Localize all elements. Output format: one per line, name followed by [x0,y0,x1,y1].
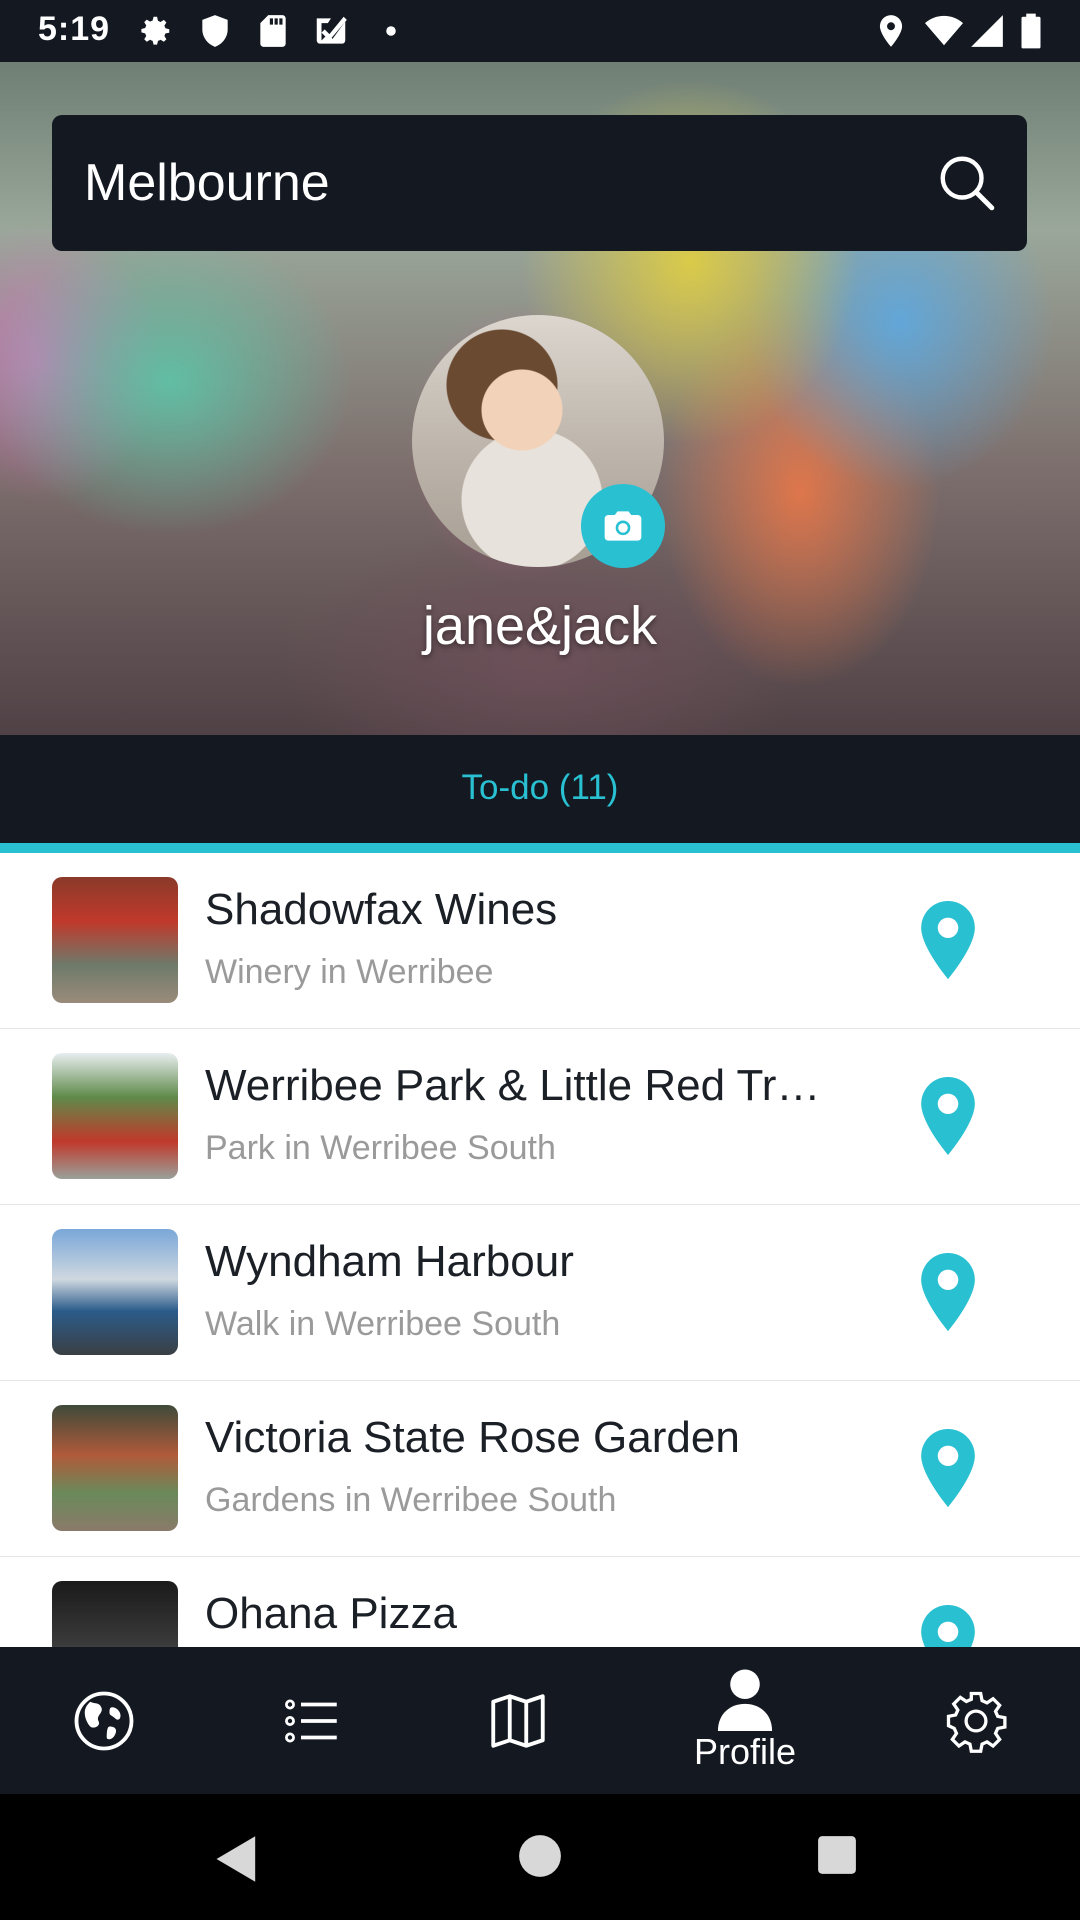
place-thumbnail [52,1229,178,1355]
recents-icon[interactable] [816,1834,858,1876]
nav-list[interactable] [260,1647,364,1794]
search-input[interactable]: Melbourne [84,153,330,213]
list-item[interactable]: Werribee Park & Little Red Tr… Park in W… [0,1029,1080,1205]
shield-icon [202,15,228,47]
active-tab-indicator [0,843,1080,853]
nav-explore[interactable] [52,1647,156,1794]
signal-icon [971,15,1003,47]
gear-icon [946,1691,1007,1753]
list-item[interactable]: Shadowfax Wines Winery in Werribee [0,853,1080,1029]
location-icon [879,15,903,47]
place-title: Wyndham Harbour [205,1237,574,1286]
check-icon [316,16,347,44]
list-item[interactable]: Wyndham Harbour Walk in Werribee South [0,1205,1080,1381]
place-title: Werribee Park & Little Red Tr… [205,1061,821,1110]
home-icon[interactable] [518,1834,562,1878]
place-subtitle: Park in Werribee South [205,1129,556,1167]
map-pin-icon[interactable] [918,1605,978,1647]
profile-icon [717,1669,773,1731]
nav-profile-label: Profile [693,1731,797,1772]
nav-profile[interactable]: Profile [680,1647,810,1794]
place-title: Shadowfax Wines [205,885,558,934]
place-title: Ohana Pizza [205,1589,457,1638]
place-subtitle: Gardens in Werribee South [205,1481,617,1519]
place-subtitle: Winery in Werribee [205,953,494,991]
map-pin-icon[interactable] [918,1077,978,1155]
change-photo-button[interactable] [581,484,665,568]
nav-settings[interactable] [924,1647,1028,1794]
settings-icon [141,16,170,45]
place-thumbnail [52,1581,178,1647]
map-pin-icon[interactable] [918,901,978,979]
todo-list: Shadowfax Wines Winery in Werribee Werri… [0,853,1080,1647]
place-title: Victoria State Rose Garden [205,1413,740,1462]
bottom-navigation: Profile [0,1647,1080,1794]
back-icon[interactable] [214,1834,260,1884]
list-item[interactable]: Ohana Pizza [0,1557,1080,1647]
search-bar[interactable]: Melbourne [52,115,1027,251]
map-pin-icon[interactable] [918,1429,978,1507]
globe-icon [74,1691,134,1750]
tab-bar: To-do (11) [0,738,1080,842]
list-item[interactable]: Victoria State Rose Garden Gardens in We… [0,1381,1080,1557]
map-icon [491,1693,545,1748]
system-navigation-bar [0,1794,1080,1920]
battery-icon [1021,13,1041,49]
profile-username: jane&jack [422,596,658,656]
place-subtitle: Walk in Werribee South [205,1305,561,1343]
status-time: 5:19 [38,10,111,48]
dot-icon [386,26,396,36]
search-icon[interactable] [935,151,997,213]
wifi-icon [925,15,963,46]
map-pin-icon[interactable] [918,1253,978,1331]
tab-todo[interactable]: To-do (11) [0,768,1080,808]
place-thumbnail [52,877,178,1003]
status-bar: 5:19 [0,0,1080,62]
nav-map[interactable] [466,1647,570,1794]
place-thumbnail [52,1405,178,1531]
place-thumbnail [52,1053,178,1179]
list-icon [285,1699,337,1742]
camera-icon [604,511,642,541]
sd-card-icon [260,15,286,47]
